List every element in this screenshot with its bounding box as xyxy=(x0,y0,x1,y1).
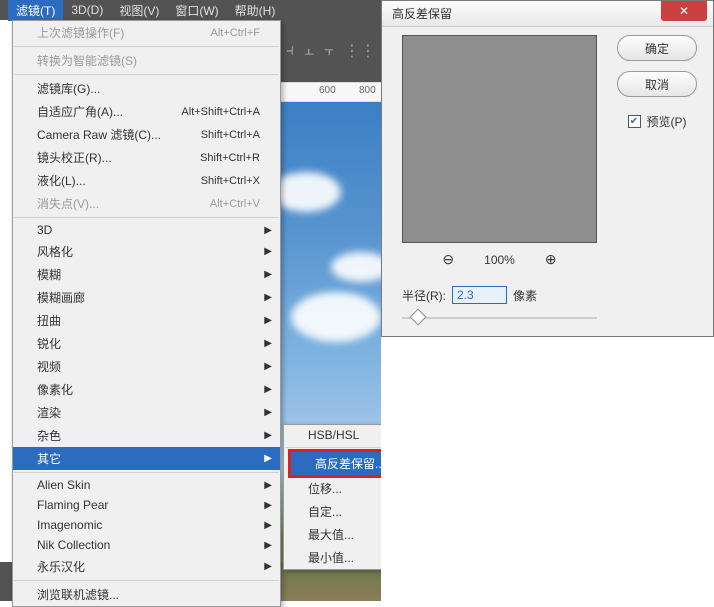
separator xyxy=(14,472,279,473)
menu-window[interactable]: 窗口(W) xyxy=(167,0,226,21)
menu-other[interactable]: 其它▶ xyxy=(13,447,280,470)
chevron-right-icon: ▶ xyxy=(264,561,272,572)
separator xyxy=(14,580,279,581)
filter-preview[interactable] xyxy=(402,35,597,243)
chevron-right-icon: ▶ xyxy=(264,338,272,349)
align-icon-2[interactable]: ⫠ xyxy=(304,42,314,60)
radius-slider[interactable] xyxy=(402,311,597,325)
chevron-right-icon: ▶ xyxy=(264,384,272,395)
menu-browse-online[interactable]: 浏览联机滤镜... xyxy=(13,583,280,606)
separator xyxy=(14,46,279,47)
separator xyxy=(14,217,279,218)
cloud xyxy=(291,292,381,342)
menu-nik-collection[interactable]: Nik Collection▶ xyxy=(13,535,280,555)
radius-input[interactable] xyxy=(452,286,507,304)
menu-video[interactable]: 视频▶ xyxy=(13,355,280,378)
preview-label: 预览(P) xyxy=(647,113,687,130)
ruler-tick: 600 xyxy=(319,85,336,96)
chevron-right-icon: ▶ xyxy=(264,407,272,418)
menu-stylize[interactable]: 风格化▶ xyxy=(13,240,280,263)
menu-yongle[interactable]: 永乐汉化▶ xyxy=(13,555,280,578)
close-icon: ✕ xyxy=(679,4,689,18)
menu-noise[interactable]: 杂色▶ xyxy=(13,424,280,447)
menu-alien-skin[interactable]: Alien Skin▶ xyxy=(13,475,280,495)
radius-unit: 像素 xyxy=(513,287,537,304)
toolbar-icons: ⫞ ⫠ ⫟ ⋮⋮ xyxy=(281,20,381,82)
close-button[interactable]: ✕ xyxy=(661,1,707,21)
chevron-right-icon: ▶ xyxy=(264,361,272,372)
dialog-title: 高反差保留 xyxy=(392,5,452,22)
chevron-right-icon: ▶ xyxy=(264,540,272,551)
filter-dropdown: 上次滤镜操作(F)Alt+Ctrl+F 转换为智能滤镜(S) 滤镜库(G)...… xyxy=(12,20,281,607)
white-area xyxy=(381,337,714,601)
menu-blur[interactable]: 模糊▶ xyxy=(13,263,280,286)
menu-view[interactable]: 视图(V) xyxy=(111,0,167,21)
zoom-percent: 100% xyxy=(484,253,515,267)
menu-blur-gallery[interactable]: 模糊画廊▶ xyxy=(13,286,280,309)
chevron-right-icon: ▶ xyxy=(264,292,272,303)
cancel-button[interactable]: 取消 xyxy=(617,71,697,97)
preview-checkbox-row[interactable]: ✔ 预览(P) xyxy=(628,113,687,130)
menu-vanishing-point[interactable]: 消失点(V)...Alt+Ctrl+V xyxy=(13,192,280,215)
slider-thumb[interactable] xyxy=(410,309,427,326)
chevron-right-icon: ▶ xyxy=(264,520,272,531)
more-icon[interactable]: ⋮⋮ xyxy=(344,41,376,61)
chevron-right-icon: ▶ xyxy=(264,430,272,441)
menu-camera-raw[interactable]: Camera Raw 滤镜(C)...Shift+Ctrl+A xyxy=(13,123,280,146)
menu-flaming-pear[interactable]: Flaming Pear▶ xyxy=(13,495,280,515)
menu-recent-filter[interactable]: 上次滤镜操作(F)Alt+Ctrl+F xyxy=(13,21,280,44)
menu-3d-sub[interactable]: 3D▶ xyxy=(13,220,280,240)
zoom-in-icon[interactable]: ⊕ xyxy=(545,251,557,268)
menu-lens-correction[interactable]: 镜头校正(R)...Shift+Ctrl+R xyxy=(13,146,280,169)
zoom-out-icon[interactable]: ⊖ xyxy=(442,251,454,268)
cloud xyxy=(281,172,341,212)
dialog-titlebar[interactable]: 高反差保留 ✕ xyxy=(382,1,713,27)
chevron-right-icon: ▶ xyxy=(264,269,272,280)
menu-pixelate[interactable]: 像素化▶ xyxy=(13,378,280,401)
menu-filter[interactable]: 滤镜(T) xyxy=(8,0,63,21)
cloud xyxy=(331,252,381,282)
chevron-right-icon: ▶ xyxy=(264,453,272,464)
align-icon-3[interactable]: ⫟ xyxy=(324,42,334,60)
menu-adaptive-wide[interactable]: 自适应广角(A)...Alt+Shift+Ctrl+A xyxy=(13,100,280,123)
zoom-controls: ⊖ 100% ⊕ xyxy=(402,251,597,268)
ruler-tick: 800 xyxy=(359,85,376,96)
menu-help[interactable]: 帮助(H) xyxy=(227,0,284,21)
chevron-right-icon: ▶ xyxy=(264,246,272,257)
ok-button[interactable]: 确定 xyxy=(617,35,697,61)
menu-distort[interactable]: 扭曲▶ xyxy=(13,309,280,332)
checkbox-checked-icon[interactable]: ✔ xyxy=(628,115,641,128)
high-pass-dialog: 高反差保留 ✕ ⊖ 100% ⊕ 半径(R): 像素 确定 取消 ✔ 预览(P) xyxy=(381,0,714,337)
chevron-right-icon: ▶ xyxy=(264,225,272,236)
chevron-right-icon: ▶ xyxy=(264,480,272,491)
slider-track xyxy=(402,317,597,319)
menu-filter-gallery[interactable]: 滤镜库(G)... xyxy=(13,77,280,100)
menu-liquify[interactable]: 液化(L)...Shift+Ctrl+X xyxy=(13,169,280,192)
separator xyxy=(14,74,279,75)
menu-convert-smart[interactable]: 转换为智能滤镜(S) xyxy=(13,49,280,72)
chevron-right-icon: ▶ xyxy=(264,315,272,326)
chevron-right-icon: ▶ xyxy=(264,500,272,511)
menu-render[interactable]: 渲染▶ xyxy=(13,401,280,424)
align-icon-1[interactable]: ⫞ xyxy=(286,42,294,60)
menu-sharpen[interactable]: 锐化▶ xyxy=(13,332,280,355)
menu-imagenomic[interactable]: Imagenomic▶ xyxy=(13,515,280,535)
dialog-buttons: 确定 取消 ✔ 预览(P) xyxy=(615,35,699,130)
menu-3d[interactable]: 3D(D) xyxy=(63,1,111,19)
radius-row: 半径(R): 像素 xyxy=(402,286,537,304)
radius-label: 半径(R): xyxy=(402,287,446,304)
